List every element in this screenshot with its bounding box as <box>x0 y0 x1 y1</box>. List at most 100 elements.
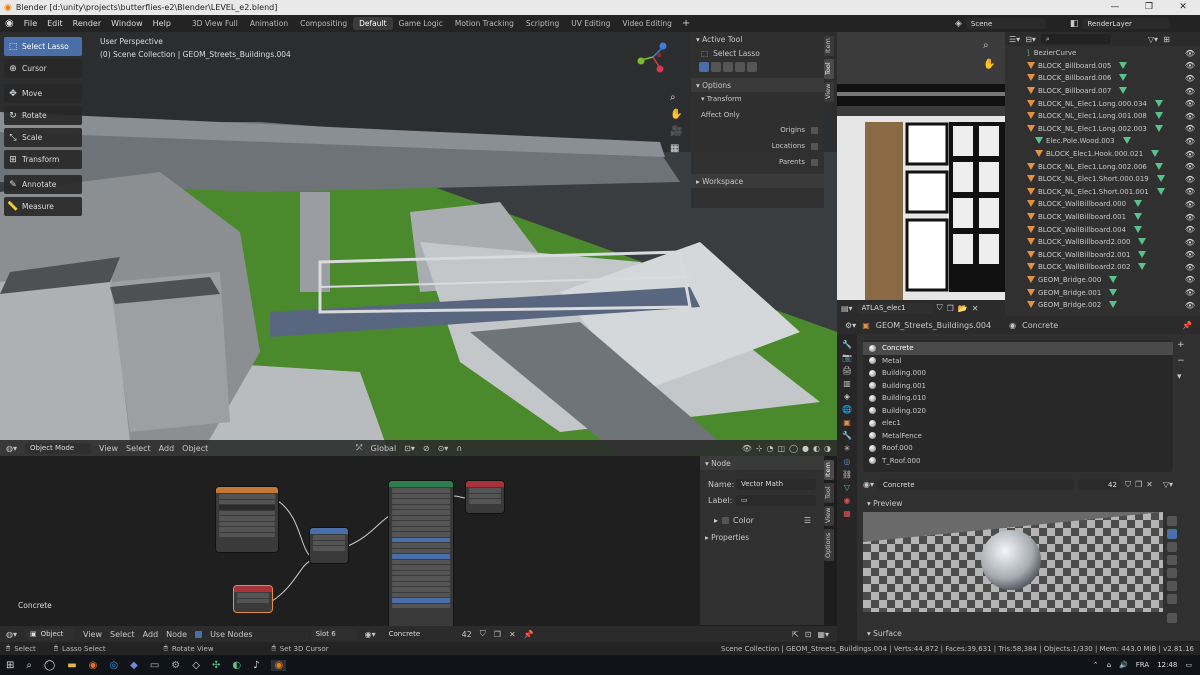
tool-annotate[interactable]: ✎ Annotate <box>4 175 82 194</box>
viewport-menu-add[interactable]: Add <box>159 444 175 453</box>
material-slot-item[interactable]: Concrete <box>863 342 1173 355</box>
remove-slot-icon[interactable]: − <box>1177 356 1185 366</box>
node-color-presets-icon[interactable]: ☰ <box>804 516 811 525</box>
material-output-node[interactable] <box>466 481 504 513</box>
visibility-toggle-icon[interactable]: 👁 <box>1185 61 1195 70</box>
visibility-toggle-icon[interactable]: 👁 <box>1185 162 1195 171</box>
volume-icon[interactable]: 🔊 <box>1119 661 1128 669</box>
music-icon[interactable]: ♪ <box>253 660 259 671</box>
viewport-menu-view[interactable]: View <box>99 444 118 453</box>
visibility-toggle-icon[interactable]: 👁 <box>1185 187 1195 196</box>
image-name-field[interactable]: ATLAS_elec1 <box>856 302 933 314</box>
outliner-row[interactable]: BLOCK_NL_Elec1.Short.000.019 👁 <box>1005 173 1200 186</box>
node-color-row[interactable]: ▸ Color ☰ <box>700 512 824 528</box>
preview-header[interactable]: ▾ Preview <box>863 497 1173 510</box>
slot-dropdown[interactable]: Slot 6 <box>310 628 357 640</box>
tab-game-logic[interactable]: Game Logic <box>393 17 449 30</box>
image-open-icon[interactable]: 📂 <box>958 304 968 313</box>
grid-icon[interactable]: ▦ <box>670 143 682 154</box>
tab-tool[interactable]: Tool <box>824 59 834 79</box>
image-texture-node[interactable] <box>216 487 278 552</box>
tab-3d-view-full[interactable]: 3D View Full <box>186 17 244 30</box>
shading-rendered-icon[interactable]: ◑ <box>824 444 831 453</box>
navigation-gizmo[interactable] <box>636 40 670 74</box>
outliner-row[interactable]: GEOM_Bridge.002 👁 <box>1005 299 1200 312</box>
origins-option[interactable]: Origins <box>691 122 824 138</box>
view-layer-tab-icon[interactable]: ▥ <box>843 379 851 388</box>
node-name-input[interactable]: Vector Math <box>736 478 816 490</box>
file-explorer-icon[interactable]: ▬ <box>67 660 76 671</box>
menu-file[interactable]: File <box>19 19 42 28</box>
material-slot-item[interactable]: MetalFence <box>863 430 1173 443</box>
orientation-dropdown[interactable]: Global <box>371 444 397 453</box>
image-pan-icon[interactable]: ✋ <box>983 59 995 70</box>
object-tab-icon[interactable]: ▣ <box>843 418 851 427</box>
material-browse-icon[interactable]: ◉▾ <box>863 480 874 489</box>
tray-expand-icon[interactable]: ⌃ <box>1093 661 1099 669</box>
scene-icon[interactable]: ◈ <box>955 19 962 29</box>
tab-animation[interactable]: Animation <box>244 17 294 30</box>
minimize-button[interactable]: — <box>1098 0 1132 15</box>
visibility-toggle-icon[interactable]: 👁 <box>1185 49 1195 58</box>
visibility-toggle-icon[interactable]: 👁 <box>1185 74 1195 83</box>
render-layer-field[interactable]: RenderLayer <box>1082 18 1171 29</box>
node-editor[interactable]: Concrete <box>0 456 700 641</box>
outliner-row[interactable]: BLOCK_NL_Elec1.Long.002.003 👁 <box>1005 123 1200 136</box>
snap-node-icon[interactable]: ⊡ <box>805 630 812 639</box>
preview-flat-icon[interactable] <box>1167 516 1177 526</box>
node-editor-type-icon[interactable]: ◍▾ <box>6 630 17 639</box>
tool-scale[interactable]: ⤡ Scale <box>4 128 82 147</box>
visibility-toggle-icon[interactable]: 👁 <box>1185 200 1195 209</box>
editor-type-icon[interactable]: ◍▾ <box>6 444 17 453</box>
visibility-toggle-icon[interactable]: 👁 <box>1185 124 1195 133</box>
tab-video-editing[interactable]: Video Editing <box>616 17 678 30</box>
shading-wireframe-icon[interactable]: ◯ <box>789 444 798 453</box>
image-duplicate-icon[interactable]: ❐ <box>947 304 954 313</box>
proportional-edit-icon[interactable]: ∩ <box>456 444 462 453</box>
duplicate-material-icon[interactable]: ❐ <box>1135 480 1142 489</box>
visibility-icon[interactable]: 👁 <box>742 444 752 453</box>
outliner-row[interactable]: BLOCK_NL_Elec1.Long.002.006 👁 <box>1005 160 1200 173</box>
parents-option[interactable]: Parents <box>691 154 824 170</box>
discord-icon[interactable]: ◆ <box>130 660 138 671</box>
properties-type-icon[interactable]: ⚙▾ <box>845 321 856 330</box>
firefox-icon[interactable]: ◉ <box>89 660 98 671</box>
taskbar-search-icon[interactable]: ⌕ <box>26 660 32 671</box>
node-panel-header[interactable]: ▾ Node <box>700 456 824 470</box>
image-close-icon[interactable]: ✕ <box>972 304 979 313</box>
outliner-row[interactable]: BLOCK_WallBillboard.000 👁 <box>1005 198 1200 211</box>
close-button[interactable]: ✕ <box>1166 0 1200 15</box>
menu-edit[interactable]: Edit <box>42 19 68 28</box>
shading-material-icon[interactable]: ◐ <box>813 444 820 453</box>
visibility-toggle-icon[interactable]: 👁 <box>1185 301 1195 310</box>
vertex-color-node[interactable] <box>234 586 272 612</box>
material-slot-item[interactable]: T_Roof.000 <box>863 455 1173 468</box>
node-material-browse-icon[interactable]: ◉▾ <box>365 630 376 639</box>
visibility-toggle-icon[interactable]: 👁 <box>1185 137 1195 146</box>
vector-math-node[interactable] <box>310 528 348 563</box>
preview-cube-icon[interactable] <box>1167 542 1177 552</box>
outliner-row[interactable]: Elec.Pole.Wood.003 👁 <box>1005 135 1200 148</box>
constraints-tab-icon[interactable]: ⛓ <box>842 470 852 479</box>
world-tab-icon[interactable]: 🌐 <box>842 405 852 414</box>
outliner-row[interactable]: BLOCK_WallBillboard.004 👁 <box>1005 223 1200 236</box>
material-tab-icon[interactable]: ◉ <box>844 496 851 505</box>
visibility-toggle-icon[interactable]: 👁 <box>1185 175 1195 184</box>
windows-start-icon[interactable]: ⊞ <box>6 660 14 671</box>
mode-subtract-icon[interactable] <box>723 62 733 72</box>
material-slot-item[interactable]: elec1 <box>863 417 1173 430</box>
outliner-row[interactable]: GEOM_Bridge.000 👁 <box>1005 274 1200 287</box>
visibility-toggle-icon[interactable]: 👁 <box>1185 288 1195 297</box>
transform-subheader[interactable]: ▾ Transform <box>691 92 824 106</box>
tool-cursor[interactable]: ⊕ Cursor <box>4 59 82 78</box>
outliner-row[interactable]: BLOCK_NL_Elec1.Long.000.034 👁 <box>1005 97 1200 110</box>
material-slot-item[interactable]: Roof.000 <box>863 442 1173 455</box>
image-shield-icon[interactable]: ⛉ <box>937 303 943 313</box>
outliner-row[interactable]: ⟆ BezierCurve 👁 <box>1005 47 1200 60</box>
network-icon[interactable]: ⌂ <box>1107 661 1111 669</box>
mode-extend-icon[interactable] <box>711 62 721 72</box>
node-tab-options[interactable]: Options <box>824 529 834 561</box>
node-duplicate-icon[interactable]: ❐ <box>494 630 501 639</box>
pivot-icon[interactable]: ⊡▾ <box>404 444 415 453</box>
preview-world-icon[interactable] <box>1167 613 1177 623</box>
